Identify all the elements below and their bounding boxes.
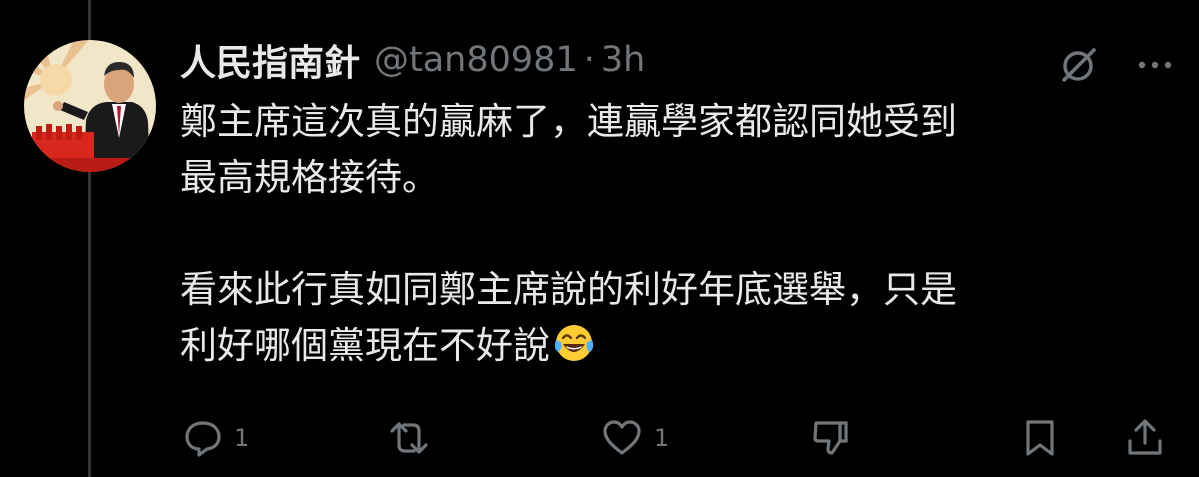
post-text-line: 鄭主席這次真的贏麻了，連贏學家都認同她受到 xyxy=(180,100,957,143)
heart-icon xyxy=(600,417,644,459)
user-handle[interactable]: @tan80981 xyxy=(374,40,578,80)
like-count: 1 xyxy=(654,424,670,452)
post-text-line: 利好哪個黨現在不好說 xyxy=(180,324,550,367)
timestamp[interactable]: 3h xyxy=(601,40,645,80)
post-text-line: 最高規格接待。 xyxy=(180,156,439,199)
bookmark-button[interactable] xyxy=(1022,414,1058,462)
post-text-last-line: 利好哪個黨現在不好說 xyxy=(180,318,1160,374)
separator: · xyxy=(583,40,595,80)
bookmark-icon xyxy=(1022,417,1058,459)
post-text-line: 看來此行真如同鄭主席說的利好年底選舉，只是 xyxy=(180,268,957,311)
action-bar: 1 1 xyxy=(0,414,1199,462)
repost-button[interactable] xyxy=(386,414,432,462)
share-icon xyxy=(1124,417,1166,459)
like-button[interactable]: 1 xyxy=(600,414,669,462)
post-header: 人民指南針 @tan80981 · 3h xyxy=(180,36,645,84)
reply-count: 1 xyxy=(234,424,250,452)
thumbs-down-icon xyxy=(810,417,852,459)
more-icon[interactable] xyxy=(1130,40,1180,90)
avatar[interactable] xyxy=(24,40,156,172)
share-button[interactable] xyxy=(1124,414,1166,462)
post-text: 鄭主席這次真的贏麻了，連贏學家都認同她受到 最高規格接待。 看來此行真如同鄭主席… xyxy=(180,94,1160,374)
display-name[interactable]: 人民指南針 xyxy=(180,34,360,86)
dislike-button[interactable] xyxy=(810,414,852,462)
tears-of-joy-emoji xyxy=(553,322,595,364)
thread-line-top xyxy=(88,0,91,42)
repost-icon xyxy=(386,417,432,459)
reply-icon xyxy=(182,417,224,459)
grok-icon[interactable] xyxy=(1054,40,1104,90)
reply-button[interactable]: 1 xyxy=(182,414,249,462)
